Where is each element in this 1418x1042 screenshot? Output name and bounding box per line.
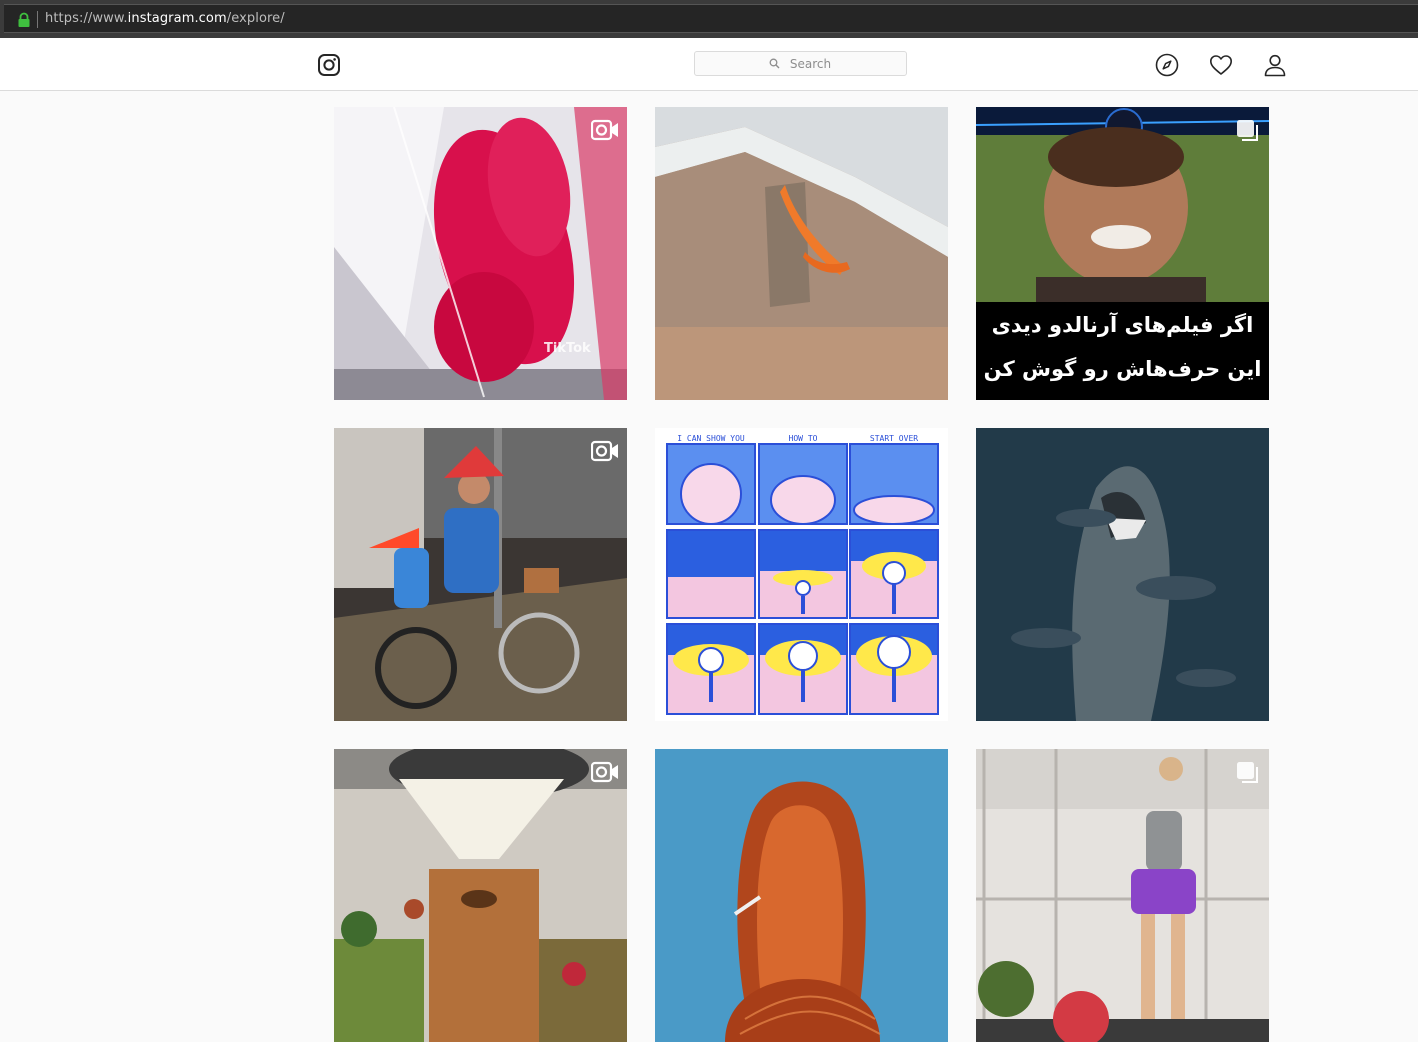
comic-label-2: HOW TO — [788, 434, 818, 443]
explore-post-4[interactable] — [334, 428, 627, 721]
post-overlay-line-2: این حرف‌هاش رو گوش کن — [983, 357, 1262, 381]
explore-post-2[interactable] — [655, 107, 948, 400]
explore-post-5[interactable]: I CAN SHOW YOU HOW TO START OVER — [655, 428, 948, 721]
search-input[interactable] — [695, 52, 906, 75]
post-image — [334, 107, 627, 400]
explore-post-3[interactable]: اگر فیلم‌های آرنالدو دیدی این حرف‌هاش رو… — [976, 107, 1269, 400]
comic-label-3: START OVER — [869, 434, 919, 443]
url-text[interactable]: https://www.instagram.com/explore/ — [45, 10, 285, 28]
explore-post-6[interactable] — [976, 428, 1269, 721]
compass-icon[interactable] — [1155, 53, 1179, 77]
post-image — [976, 749, 1269, 1042]
url-separator — [37, 11, 38, 28]
browser-address-bar: https://www.instagram.com/explore/ — [0, 0, 1418, 38]
comic-label-1: I CAN SHOW YOU — [677, 434, 745, 443]
post-image — [976, 428, 1269, 721]
heart-icon[interactable] — [1209, 53, 1233, 77]
search-box[interactable] — [694, 51, 907, 76]
tiktok-watermark: TikTok — [544, 341, 591, 356]
video-camera-icon — [591, 761, 618, 783]
post-image — [334, 428, 627, 721]
explore-post-1[interactable]: TikTok — [334, 107, 627, 400]
video-camera-icon — [591, 440, 618, 462]
post-overlay-line-1: اگر فیلم‌های آرنالدو دیدی — [991, 313, 1254, 337]
url-host: instagram.com — [127, 11, 227, 26]
post-image — [655, 428, 948, 721]
explore-post-9[interactable] — [976, 749, 1269, 1042]
url-field[interactable]: https://www.instagram.com/explore/ — [4, 4, 1418, 33]
lock-icon — [18, 12, 30, 27]
explore-post-7[interactable] — [334, 749, 627, 1042]
post-image — [334, 749, 627, 1042]
post-image — [655, 107, 948, 400]
carousel-icon — [1237, 762, 1258, 783]
video-camera-icon — [591, 119, 618, 141]
post-image — [655, 749, 948, 1042]
instagram-header — [0, 38, 1418, 91]
explore-post-8[interactable] — [655, 749, 948, 1042]
instagram-logo-icon[interactable] — [317, 53, 341, 77]
url-path: /explore/ — [226, 11, 285, 26]
person-icon[interactable] — [1263, 53, 1287, 77]
url-prefix: https://www. — [45, 11, 128, 26]
carousel-icon — [1237, 120, 1258, 141]
